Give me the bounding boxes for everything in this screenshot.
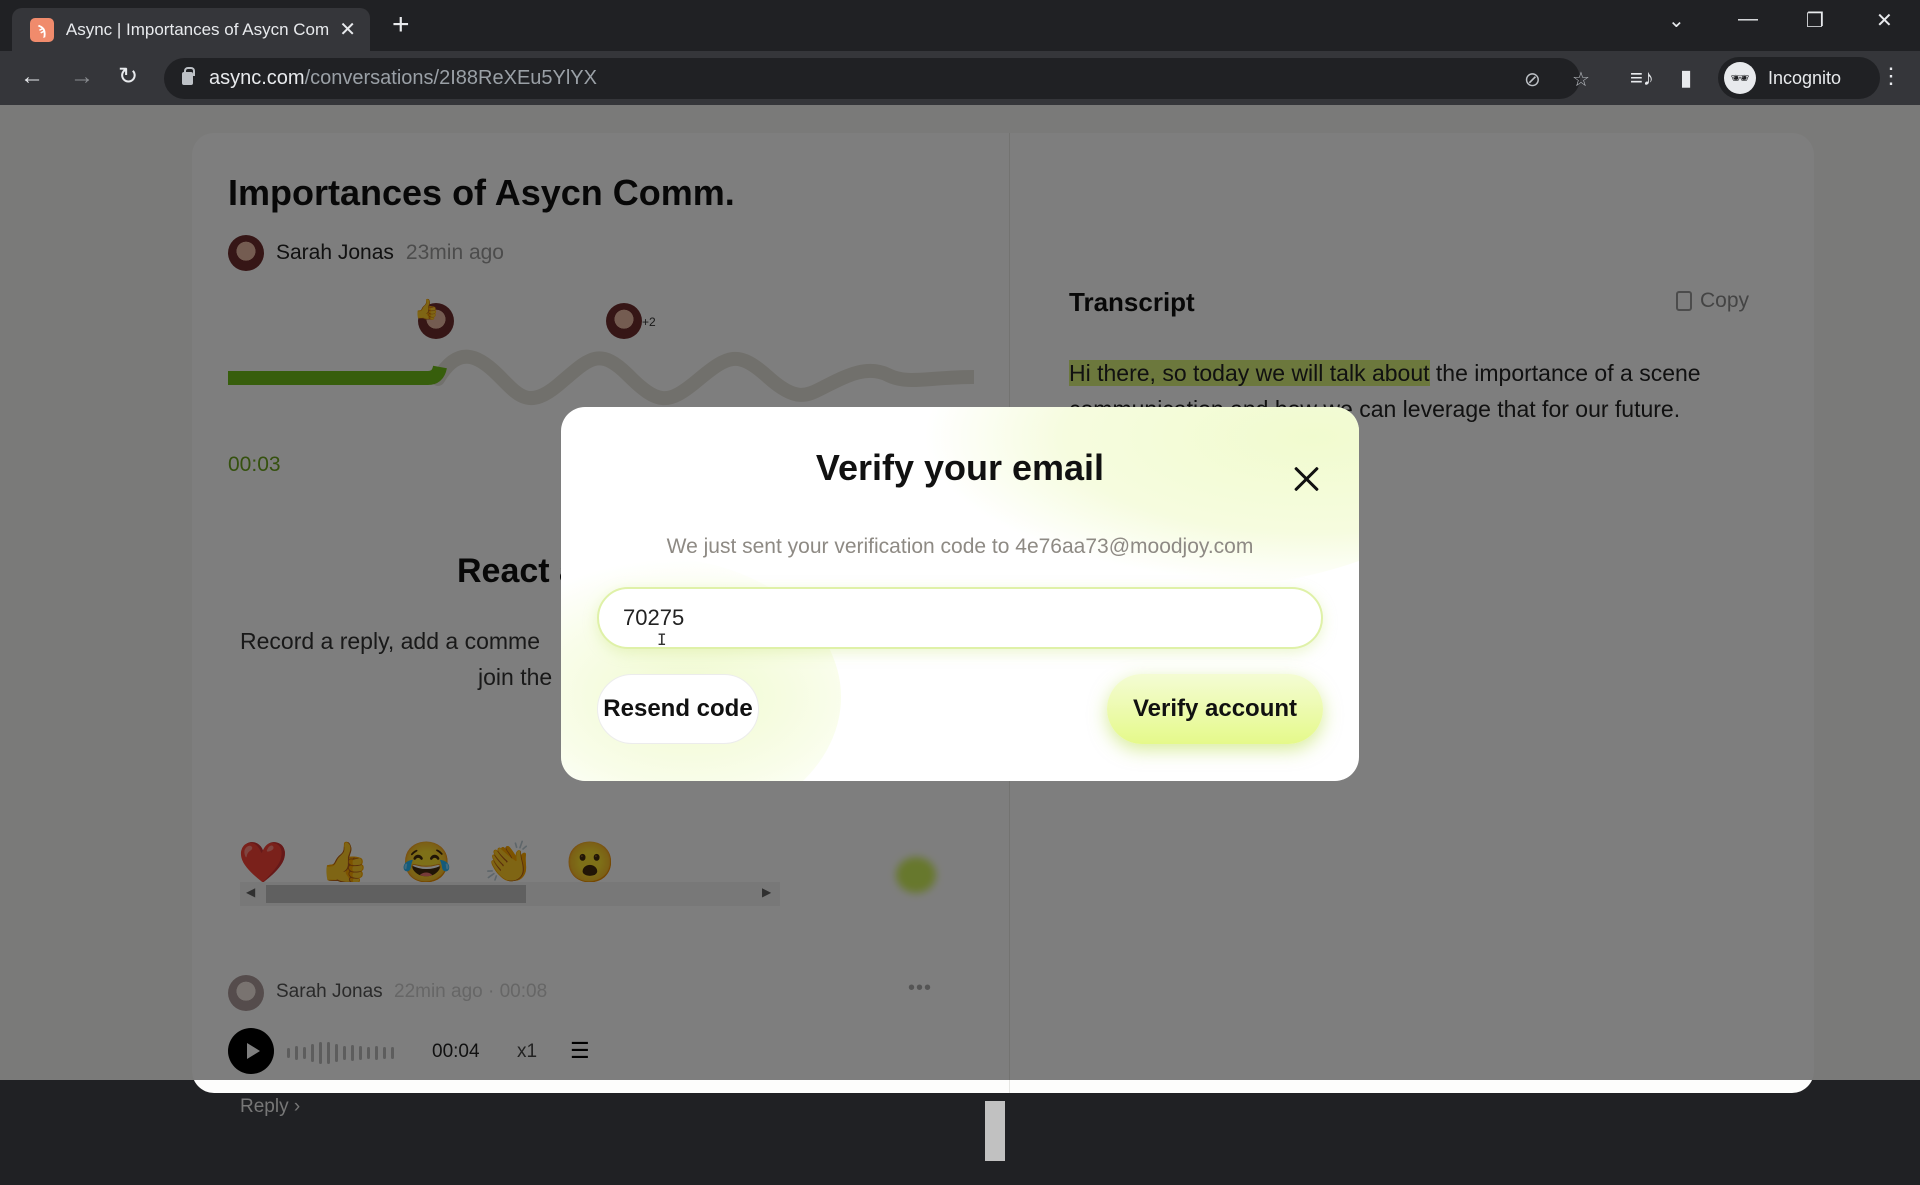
back-icon[interactable]: ←	[20, 65, 44, 89]
url-host: async.com	[209, 67, 305, 89]
decorative-blob	[921, 407, 1359, 587]
tab-search-icon[interactable]: ⌄	[1668, 8, 1685, 33]
async-logo-icon: ϡ	[30, 17, 54, 42]
bookmark-star-icon[interactable]: ☆	[1572, 67, 1590, 92]
minimize-icon[interactable]: —	[1738, 8, 1758, 31]
side-panel-icon[interactable]: ▮	[1680, 65, 1692, 91]
tab-close-icon[interactable]: ✕	[339, 17, 356, 42]
incognito-profile-button[interactable]: 🕶 Incognito	[1718, 57, 1880, 99]
browser-tab-active[interactable]: ϡ Async | Importances of Asycn Comm. ✕	[12, 8, 370, 51]
address-bar[interactable]: async.com /conversations/2I88ReXEu5YlYX …	[164, 58, 1590, 99]
url-path: /conversations/2I88ReXEu5YlYX	[304, 67, 597, 89]
restore-icon[interactable]: ❐	[1806, 8, 1824, 33]
vertical-scrollbar-thumb[interactable]	[985, 1101, 1005, 1161]
resend-code-button[interactable]: Resend code	[597, 674, 759, 744]
browser-tabstrip: ϡ Async | Importances of Asycn Comm. ✕ +…	[0, 0, 1920, 51]
verify-email-modal: Verify your email We just sent your veri…	[561, 407, 1359, 781]
tab-title: Async | Importances of Asycn Comm.	[65, 19, 330, 39]
reply-link[interactable]: Reply ›	[240, 1096, 300, 1118]
incognito-label: Incognito	[1768, 67, 1842, 88]
incognito-icon: 🕶	[1724, 62, 1756, 94]
close-icon[interactable]	[1292, 464, 1322, 494]
verify-account-button[interactable]: Verify account	[1107, 674, 1323, 744]
window-close-icon[interactable]: ✕	[1876, 8, 1893, 33]
reload-icon[interactable]: ↻	[118, 65, 138, 89]
new-tab-button[interactable]: +	[392, 10, 410, 40]
text-cursor-icon: I	[657, 630, 667, 649]
browser-menu-icon[interactable]: ⋮	[1880, 63, 1902, 89]
forward-icon[interactable]: →	[70, 65, 94, 89]
modal-title: Verify your email	[815, 447, 1105, 488]
eye-off-icon[interactable]: ⊘	[1524, 67, 1541, 92]
verification-code-input[interactable]	[597, 587, 1323, 649]
lock-icon[interactable]	[182, 67, 195, 85]
media-control-icon[interactable]: ≡♪	[1630, 65, 1654, 91]
browser-toolbar: ← → ↻ async.com /conversations/2I88ReXEu…	[0, 51, 1920, 105]
verification-message: We just sent your verification code to 4…	[666, 535, 1254, 558]
